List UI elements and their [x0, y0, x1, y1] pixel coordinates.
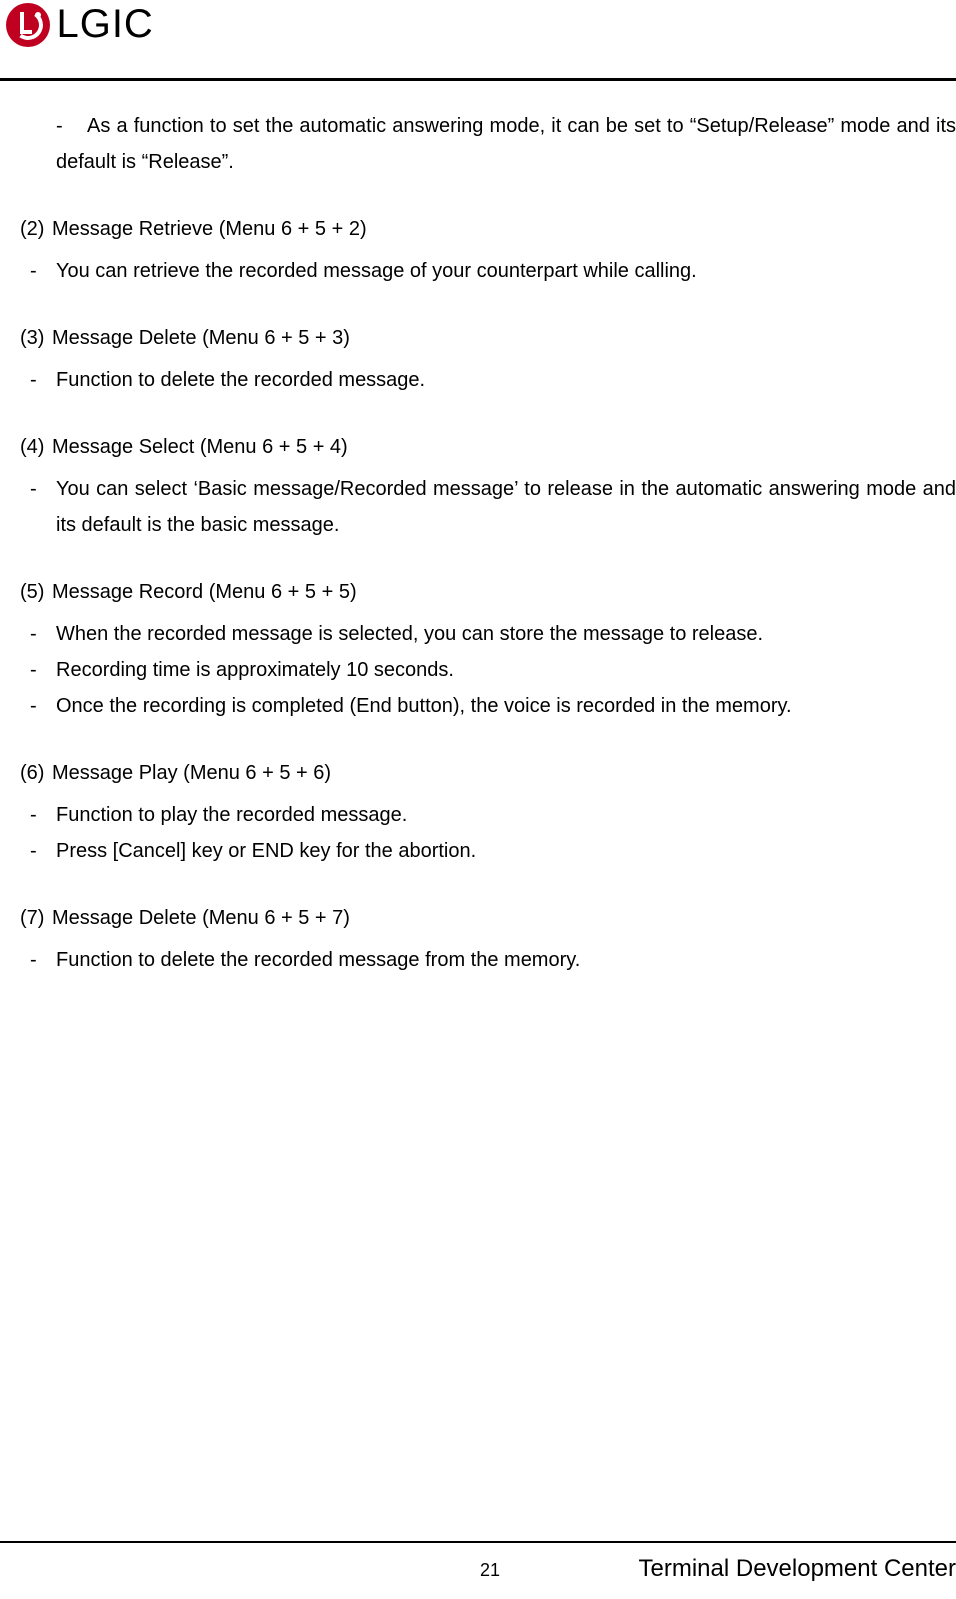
- section: (7)Message Delete (Menu 6 + 5 + 7) -Funct…: [0, 907, 956, 978]
- list-item: -Press [Cancel] key or END key for the a…: [56, 833, 956, 869]
- section-title: Message Delete (Menu 6 + 5 + 3): [52, 327, 350, 349]
- list-item: -Function to play the recorded message.: [56, 797, 956, 833]
- bullet-text: Press [Cancel] key or END key for the ab…: [56, 840, 476, 862]
- footer-right-text: Terminal Development Center: [639, 1555, 956, 1583]
- lg-logo-icon: [6, 3, 50, 47]
- list-item: -Once the recording is completed (End bu…: [56, 688, 956, 724]
- list-item: -When the recorded message is selected, …: [56, 616, 956, 652]
- section: (4)Message Select (Menu 6 + 5 + 4) -You c…: [0, 436, 956, 543]
- list-item: -You can retrieve the recorded message o…: [56, 253, 956, 289]
- bullet-dash: -: [56, 108, 82, 144]
- section-heading: (5)Message Record (Menu 6 + 5 + 5): [20, 581, 956, 604]
- bullet-text: Function to delete the recorded message …: [56, 949, 580, 971]
- section-heading: (6)Message Play (Menu 6 + 5 + 6): [20, 762, 956, 785]
- section: (6)Message Play (Menu 6 + 5 + 6) -Functio…: [0, 762, 956, 869]
- bullet-text: When the recorded message is selected, y…: [56, 623, 763, 645]
- bullet-dash: -: [30, 797, 56, 833]
- page-content: - As a function to set the automatic ans…: [0, 108, 956, 1016]
- list-item: -Recording time is approximately 10 seco…: [56, 652, 956, 688]
- list-item: -Function to delete the recorded message…: [56, 942, 956, 978]
- bullet-text: As a function to set the automatic answe…: [56, 115, 956, 173]
- section-number: (7): [20, 907, 52, 930]
- section: (5)Message Record (Menu 6 + 5 + 5)-When …: [0, 581, 956, 724]
- bullet-text: Recording time is approximately 10 secon…: [56, 659, 454, 681]
- list-item: -You can select ‘Basic message/Recorded …: [56, 471, 956, 543]
- page-header: LGIC: [0, 0, 956, 81]
- bullet-dash: -: [30, 688, 56, 724]
- bullet-text: You can retrieve the recorded message of…: [56, 260, 697, 282]
- section-number: (3): [20, 327, 52, 350]
- section-heading: (3)Message Delete (Menu 6 + 5 + 3): [20, 327, 956, 350]
- list-item: - As a function to set the automatic ans…: [56, 108, 956, 180]
- page-number: 21: [280, 1560, 700, 1581]
- bullet-text: You can select ‘Basic message/Recorded m…: [56, 478, 956, 536]
- bullet-dash: -: [30, 471, 56, 507]
- section-title: Message Retrieve (Menu 6 + 5 + 2): [52, 218, 367, 240]
- bullet-dash: -: [30, 253, 56, 289]
- section-heading: (7)Message Delete (Menu 6 + 5 + 7): [20, 907, 956, 930]
- section-heading: (4)Message Select (Menu 6 + 5 + 4): [20, 436, 956, 459]
- section: (3)Message Delete (Menu 6 + 5 + 3) -Funct…: [0, 327, 956, 398]
- section-title: Message Delete (Menu 6 + 5 + 7): [52, 907, 350, 929]
- footer-rule: [0, 1541, 956, 1543]
- section-title: Message Record (Menu 6 + 5 + 5): [52, 581, 357, 603]
- section-number: (5): [20, 581, 52, 604]
- bullet-dash: -: [30, 833, 56, 869]
- bullet-text: Function to delete the recorded message.: [56, 369, 425, 391]
- bullet-dash: -: [30, 362, 56, 398]
- bullet-dash: -: [30, 616, 56, 652]
- bullet-dash: -: [30, 652, 56, 688]
- bullet-text: Function to play the recorded message.: [56, 804, 407, 826]
- section-title: Message Play (Menu 6 + 5 + 6): [52, 762, 331, 784]
- section-number: (6): [20, 762, 52, 785]
- brand-logo: LGIC: [6, 2, 154, 47]
- list-item: -Function to delete the recorded message…: [56, 362, 956, 398]
- section-number: (2): [20, 218, 52, 241]
- section-number: (4): [20, 436, 52, 459]
- bullet-text: Once the recording is completed (End but…: [56, 695, 792, 717]
- section-title: Message Select (Menu 6 + 5 + 4): [52, 436, 348, 458]
- section-heading: (2)Message Retrieve (Menu 6 + 5 + 2): [20, 218, 956, 241]
- brand-text: LGIC: [56, 2, 153, 47]
- bullet-dash: -: [30, 942, 56, 978]
- document-page: LGIC - As a function to set the automati…: [0, 0, 956, 1599]
- section: (2)Message Retrieve (Menu 6 + 5 + 2) -You…: [0, 218, 956, 289]
